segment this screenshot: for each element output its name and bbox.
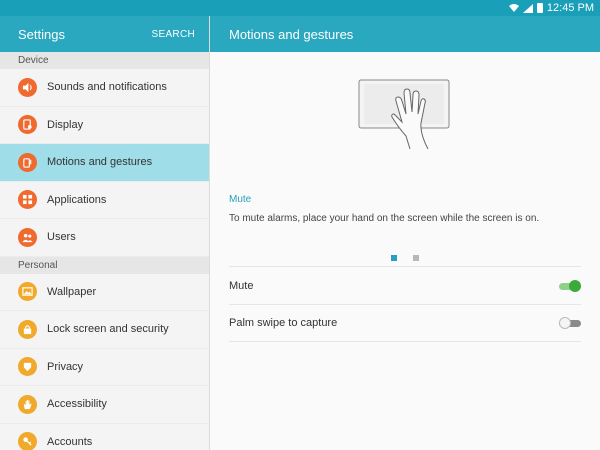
section-header-device: Device [0,52,209,69]
image-icon [18,282,37,302]
sidebar-item-sounds-and-notifications[interactable]: Sounds and notifications [0,69,209,107]
key-icon [18,432,37,450]
toggle-knob [569,279,581,292]
lock-icon [18,319,37,339]
palm-swipe-toggle[interactable] [559,316,581,330]
sidebar-item-users[interactable]: Users [0,219,209,257]
palm-on-screen-icon [358,79,450,149]
pager-indicator [391,255,419,261]
section-header-personal: Personal [0,256,209,274]
sidebar-item-applications[interactable]: Applications [0,182,209,219]
wifi-icon [508,4,519,12]
sidebar-header: Settings SEARCH [0,16,209,52]
sidebar-item-label: Lock screen and security [47,323,169,336]
battery-icon [536,3,543,13]
sidebar-item-accessibility[interactable]: Accessibility [0,386,209,424]
sidebar-item-label: Wallpaper [47,285,97,298]
feature-description: To mute alarms, place your hand on the s… [229,213,540,224]
status-time: 12:45 PM [546,2,594,14]
setting-label: Palm swipe to capture [229,317,338,329]
users-icon [18,227,37,247]
display-icon [18,115,37,135]
signal-icon [522,3,533,13]
toggle-knob [559,317,571,329]
sidebar-item-accounts[interactable]: Accounts [0,424,209,450]
motion-icon [18,152,37,172]
detail-panel: Motions and gestures Mute To mute alarms… [210,16,600,450]
pager-dot-active[interactable] [391,255,397,261]
sidebar-item-privacy[interactable]: Privacy [0,349,209,386]
palm-swipe-setting-row[interactable]: Palm swipe to capture [229,304,581,342]
sidebar-item-label: Applications [47,193,107,206]
sidebar-item-label: Privacy [47,360,84,373]
sidebar-item-wallpaper[interactable]: Wallpaper [0,274,209,311]
sidebar-item-label: Accounts [47,435,93,448]
hand-icon [18,394,37,414]
setting-label: Mute [229,279,254,292]
detail-title: Motions and gestures [210,16,600,52]
feature-title: Mute [229,194,252,205]
sidebar-item-label: Accessibility [47,398,107,411]
sidebar-item-label: Sounds and notifications [47,81,167,94]
search-button[interactable]: SEARCH [152,29,195,40]
grid-icon [18,190,37,210]
sidebar-item-motions-and-gestures[interactable]: Motions and gestures [0,144,209,182]
sidebar-item-label: Motions and gestures [47,156,153,169]
sidebar-item-display[interactable]: Display [0,107,209,144]
sidebar-item-label: Display [47,118,84,131]
pager-dot[interactable] [413,255,419,261]
volume-icon [18,77,37,97]
sidebar-item-label: Users [47,231,76,244]
sidebar-item-lock-screen-and-security[interactable]: Lock screen and security [0,311,209,349]
privacy-icon [18,357,37,377]
mute-toggle[interactable] [559,279,581,293]
mute-setting-row[interactable]: Mute [229,266,581,304]
sidebar-title: Settings [18,26,65,42]
status-bar: 12:45 PM [0,0,600,16]
settings-sidebar: Settings SEARCH Device Sounds and notifi… [0,16,209,450]
